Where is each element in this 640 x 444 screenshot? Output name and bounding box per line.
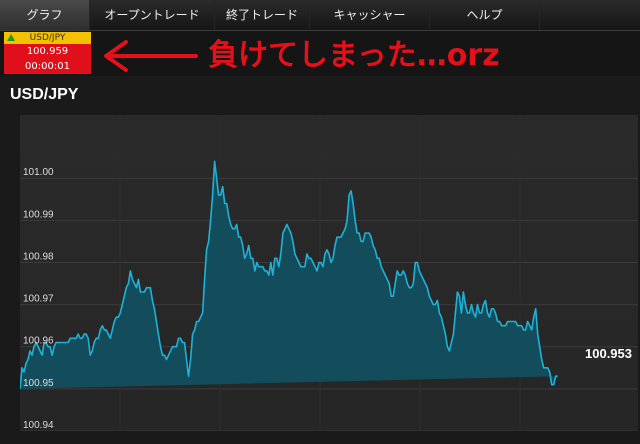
ticker-price: 100.959 xyxy=(4,44,91,59)
up-triangle-icon xyxy=(7,34,15,41)
ticker-symbol: USD/JPY xyxy=(29,33,66,43)
y-tick-label: 101.00 xyxy=(23,167,54,178)
y-tick-label: 100.99 xyxy=(23,209,54,220)
tab-open-trades[interactable]: オープントレード xyxy=(90,0,215,30)
price-chart[interactable]: 101.00 100.99 100.98 100.97 100.96 100.95 100.… xyxy=(20,115,638,431)
chart-title: USD/JPY xyxy=(10,86,79,103)
tab-closed-trades[interactable]: 終了トレード xyxy=(215,0,310,30)
y-tick-label: 100.97 xyxy=(23,294,54,305)
top-nav: グラフ オープントレード 終了トレード キャッシャー ヘルプ xyxy=(0,0,640,31)
tab-cashier[interactable]: キャッシャー xyxy=(310,0,430,30)
y-tick-label: 100.96 xyxy=(23,336,54,347)
last-price-label: 100.953 xyxy=(585,346,632,361)
left-arrow-icon xyxy=(104,40,198,72)
y-tick-label: 100.94 xyxy=(23,420,54,431)
nav-filler xyxy=(540,0,640,30)
annotation-caption: 負けてしまった…orz xyxy=(208,38,500,73)
ticker-timer: 00:00:01 xyxy=(4,59,91,74)
ticker-symbol-bar: USD/JPY xyxy=(4,32,91,44)
asset-ticker[interactable]: USD/JPY 100.959 00:00:01 xyxy=(4,32,91,74)
tab-chart[interactable]: グラフ xyxy=(0,0,90,30)
y-tick-label: 100.95 xyxy=(23,378,54,389)
y-tick-label: 100.98 xyxy=(23,251,54,262)
tab-help[interactable]: ヘルプ xyxy=(430,0,540,30)
